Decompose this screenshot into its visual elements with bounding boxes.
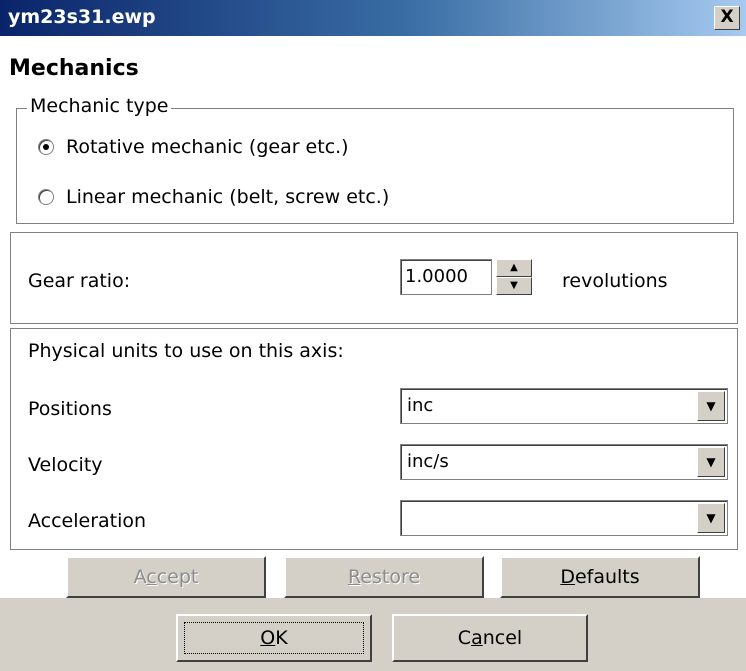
radio-rotative-label: Rotative mechanic (gear etc.) (66, 136, 349, 158)
velocity-label: Velocity (28, 454, 103, 476)
spin-up-icon[interactable]: ▲ (496, 259, 532, 277)
velocity-select[interactable]: inc/s ▼ (400, 444, 728, 480)
focus-rect (184, 622, 364, 654)
page-title: Mechanics (9, 56, 139, 81)
restore-button[interactable]: Restore (284, 556, 484, 598)
acceleration-select[interactable]: ▼ (400, 500, 728, 536)
dropdown-arrow-icon[interactable]: ▼ (697, 503, 725, 533)
dropdown-arrow-icon[interactable]: ▼ (697, 391, 725, 421)
positions-value: inc (407, 395, 434, 416)
gear-ratio-spinner[interactable]: ▲ ▼ (496, 259, 532, 295)
radio-linear-label: Linear mechanic (belt, screw etc.) (66, 186, 390, 208)
window-title: ym23s31.ewp (8, 6, 156, 28)
positions-select[interactable]: inc ▼ (400, 388, 728, 424)
ok-button[interactable]: OK (176, 614, 372, 662)
defaults-button[interactable]: Defaults (500, 556, 700, 598)
radio-rotative[interactable]: Rotative mechanic (gear etc.) (38, 136, 349, 158)
gear-ratio-label: Gear ratio: (28, 270, 131, 292)
dialog-footer: OK Cancel (0, 598, 746, 671)
positions-label: Positions (28, 398, 112, 420)
radio-linear[interactable]: Linear mechanic (belt, screw etc.) (38, 186, 389, 208)
radio-selected-icon[interactable] (38, 139, 54, 155)
units-heading: Physical units to use on this axis: (28, 340, 344, 362)
title-bar: ym23s31.ewp X (0, 0, 746, 36)
gear-ratio-input[interactable]: 1.0000 (400, 259, 492, 295)
close-icon: X (720, 7, 734, 27)
velocity-value: inc/s (407, 451, 449, 472)
dropdown-arrow-icon[interactable]: ▼ (697, 447, 725, 477)
acceleration-label: Acceleration (28, 510, 147, 532)
accept-button[interactable]: Accept (66, 556, 266, 598)
gear-ratio-unit: revolutions (562, 270, 668, 292)
cancel-button[interactable]: Cancel (392, 614, 588, 662)
mechanic-type-legend: Mechanic type (27, 95, 172, 117)
spin-down-icon[interactable]: ▼ (496, 277, 532, 295)
close-button[interactable]: X (714, 6, 740, 30)
radio-unselected-icon[interactable] (38, 189, 54, 205)
